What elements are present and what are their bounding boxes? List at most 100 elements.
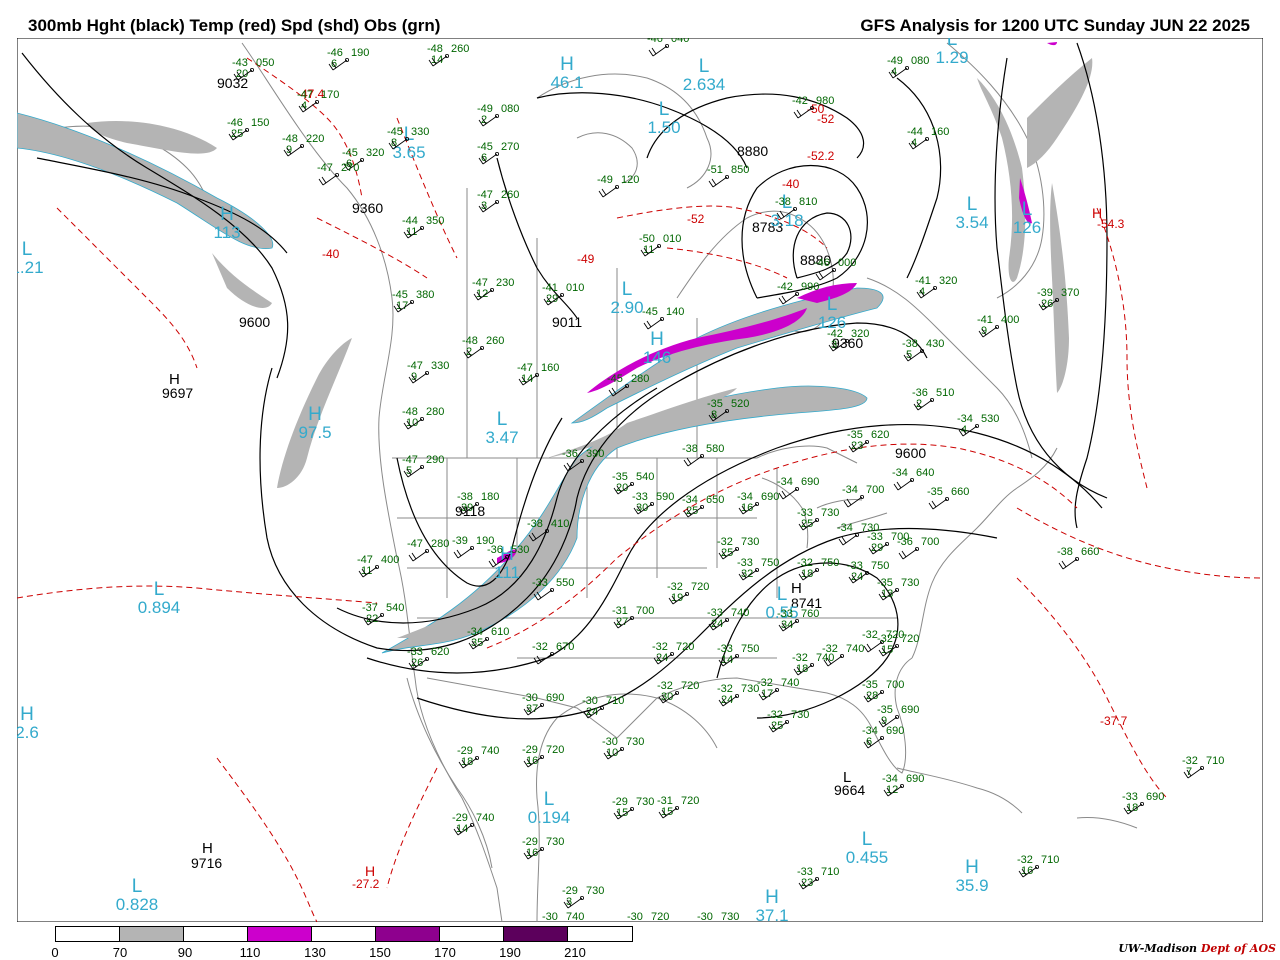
obs-temp: -30 [627, 911, 643, 922]
obs-temp: -45 [642, 306, 658, 318]
temp-label: -49 [577, 252, 595, 266]
obs-height: 720 [546, 744, 564, 756]
obs-height: 230 [496, 277, 514, 289]
credit-org: UW-Madison [1118, 942, 1198, 955]
legend-label: 170 [434, 945, 456, 960]
obs-temp: -39 [452, 535, 468, 547]
legend-cell [440, 927, 504, 941]
obs-temp: -34 [777, 476, 793, 488]
obs-height: 730 [636, 796, 654, 808]
obs-height: 720 [681, 680, 699, 692]
temp-label: -52 [817, 112, 835, 126]
legend-cell [56, 927, 120, 941]
obs-height: 690 [901, 704, 919, 716]
temp-label: -52 [687, 212, 705, 226]
obs-temp: -32 [822, 643, 838, 655]
credit: UW-Madison Dept of AOS [1118, 942, 1276, 955]
obs-height: 610 [491, 626, 509, 638]
obs-height: 390 [586, 448, 604, 460]
height-label: 9011 [552, 314, 582, 330]
speed-center-value: 3.47 [485, 428, 518, 447]
obs-height: 690 [886, 725, 904, 737]
speed-center-value: 97.5 [298, 423, 331, 442]
height-label: 9600 [239, 314, 270, 330]
speed-center-marker: H [650, 329, 664, 350]
obs-height: 720 [651, 911, 669, 922]
speed-center-marker: L [699, 56, 710, 77]
obs-height: 530 [511, 544, 529, 556]
speed-center-value: 2.6 [17, 723, 39, 742]
obs-height: 750 [821, 557, 839, 569]
obs-height: 000 [838, 257, 856, 269]
valid-time: GFS Analysis for 1200 UTC Sunday JUN 22 … [860, 16, 1250, 35]
obs-height: 740 [731, 607, 749, 619]
obs-height: 720 [676, 641, 694, 653]
obs-height: 540 [386, 602, 404, 614]
obs-temp: -47 [407, 538, 423, 550]
obs-height: 700 [866, 484, 884, 496]
legend-cell [120, 927, 184, 941]
speed-center-marker: L [622, 279, 633, 300]
obs-temp: -46 [814, 257, 830, 269]
speed-center-value: 3.54 [955, 213, 988, 232]
speed-center-value: 0.828 [116, 895, 159, 914]
obs-height: 750 [871, 560, 889, 572]
obs-height: 980 [816, 95, 834, 107]
obs-height: 330 [431, 360, 449, 372]
legend-label: 210 [564, 945, 586, 960]
speed-center-marker: L [1022, 199, 1033, 220]
obs-height: 620 [431, 646, 449, 658]
obs-height: 740 [846, 643, 864, 655]
speed-center-marker: L [777, 584, 788, 605]
speed-center-value: 0.894 [138, 598, 181, 617]
speed-center-marker: L [132, 876, 143, 897]
obs-height: 160 [541, 362, 559, 374]
obs-height: 050 [256, 57, 274, 69]
obs-height: 010 [566, 282, 584, 294]
speed-center-value: 111 [494, 563, 520, 582]
obs-temp: -38 [1057, 546, 1073, 558]
obs-height: 270 [501, 141, 519, 153]
legend-cell [504, 927, 568, 941]
obs-temp: -36 [487, 544, 503, 556]
obs-height: 370 [1061, 287, 1079, 299]
obs-temp: -30 [697, 911, 713, 922]
obs-temp: -32 [862, 629, 878, 641]
obs-height: 080 [501, 103, 519, 115]
obs-height: 120 [621, 174, 639, 186]
height-label: 9360 [352, 200, 383, 216]
obs-height: 140 [666, 306, 684, 318]
legend-cell [312, 927, 376, 941]
obs-height: 540 [636, 471, 654, 483]
legend-label: 130 [304, 945, 326, 960]
obs-height: 710 [1041, 854, 1059, 866]
temp-label: -37.7 [1100, 714, 1128, 728]
obs-height: 620 [871, 429, 889, 441]
speed-center-marker: L [154, 579, 165, 600]
obs-temp: -34 [892, 467, 908, 479]
obs-height: 750 [741, 643, 759, 655]
obs-temp: -30 [542, 911, 558, 922]
temp-label: -40 [322, 247, 340, 261]
chart-title: 300mb Hght (black) Temp (red) Spd (shd) … [28, 16, 441, 35]
obs-height: 320 [366, 147, 384, 159]
speed-center-value: 0.455 [846, 848, 889, 867]
obs-height: 750 [761, 557, 779, 569]
speed-center-value: 1.29 [935, 48, 968, 67]
obs-temp: -36 [897, 536, 913, 548]
obs-height: 730 [626, 736, 644, 748]
speed-center-marker: L [827, 294, 838, 315]
speed-center-marker: H [308, 404, 322, 425]
obs-height: 730 [586, 885, 604, 897]
obs-temp: -34 [842, 484, 858, 496]
obs-height: 690 [546, 692, 564, 704]
obs-height: 650 [706, 494, 724, 506]
obs-temp: -38 [682, 443, 698, 455]
obs-height: 710 [1206, 755, 1224, 767]
height-center-marker: H [169, 371, 180, 388]
speed-center-value: 3.18 [770, 211, 803, 230]
obs-height: 160 [931, 126, 949, 138]
obs-height: 430 [926, 338, 944, 350]
speed-center-value: 146 [643, 348, 671, 367]
obs-height: 640 [916, 467, 934, 479]
